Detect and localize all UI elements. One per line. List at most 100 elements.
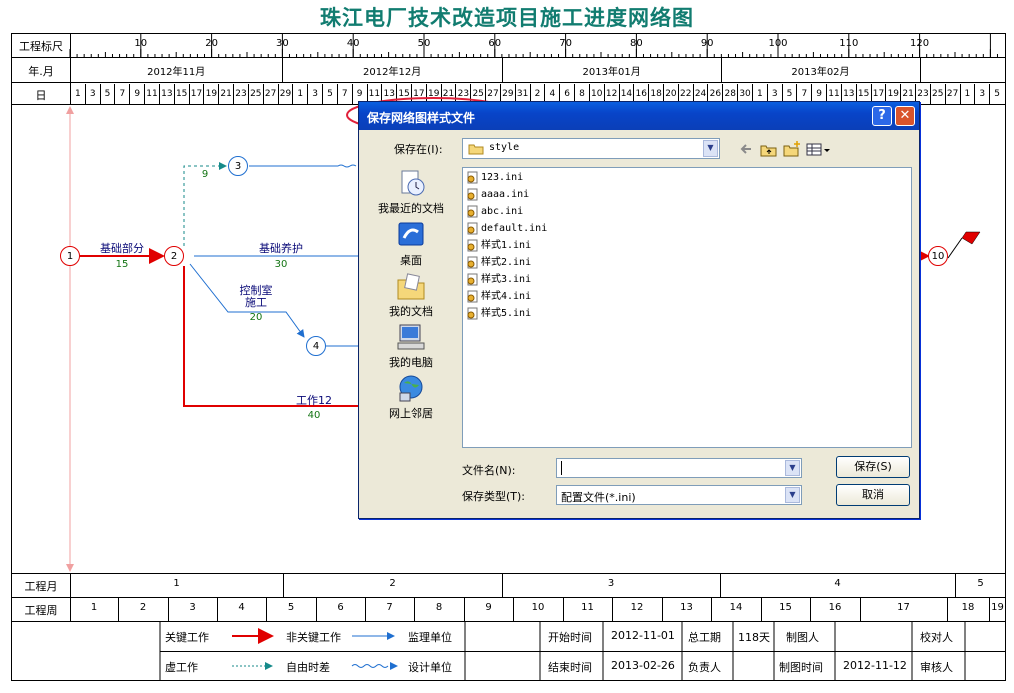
ini-file-icon (467, 290, 478, 302)
close-button[interactable]: ✕ (895, 106, 915, 126)
new-folder-icon[interactable] (782, 140, 802, 158)
filetype-label: 保存类型(T): (462, 490, 526, 503)
file-name: 样式5.ini (481, 308, 532, 319)
file-item[interactable]: abc.ini (467, 204, 523, 220)
file-name: abc.ini (481, 206, 524, 217)
ini-file-icon (467, 273, 478, 285)
file-name: 样式2.ini (481, 257, 532, 268)
end-time-label: 结束时间 (548, 661, 592, 674)
places-bar: 我最近的文档 桌面 我的文档 我的电脑 网上邻居 (367, 164, 455, 464)
ini-file-icon (467, 222, 478, 234)
place-my-computer-label: 我的电脑 (389, 356, 433, 369)
end-time-value: 2013-02-26 (611, 659, 675, 672)
file-item[interactable]: 样式2.ini (467, 255, 531, 271)
filetype-dropdown[interactable]: 配置文件(*.ini) ▼ (556, 485, 802, 505)
save-in-dropdown[interactable]: style ▼ (462, 138, 720, 159)
timeline-arrow-down (66, 564, 74, 572)
task-name: 基础部分 (100, 242, 144, 255)
reviewer-label: 审核人 (920, 661, 953, 674)
my-computer-icon (397, 324, 425, 350)
file-name: 样式3.ini (481, 274, 532, 285)
finish-flag-pole (947, 237, 963, 259)
node-1[interactable]: 1 (60, 246, 80, 266)
desktop-icon (398, 222, 424, 246)
place-recent[interactable]: 我最近的文档 (367, 168, 455, 216)
file-name: 样式4.ini (481, 291, 532, 302)
filename-input[interactable]: ▼ (556, 458, 802, 478)
place-network-label: 网上邻居 (389, 407, 433, 420)
back-icon[interactable] (737, 140, 757, 158)
task-duration: 20 (249, 312, 263, 323)
total-duration-value: 118天 (738, 631, 770, 644)
task-name: 基础养护 (259, 242, 303, 255)
place-network[interactable]: 网上邻居 (367, 373, 455, 421)
file-item[interactable]: 样式3.ini (467, 272, 531, 288)
save-button[interactable]: 保存(S) (836, 456, 910, 478)
start-time-label: 开始时间 (548, 631, 592, 644)
file-item[interactable]: 样式5.ini (467, 306, 531, 322)
file-list[interactable]: 123.ini aaaa.ini abc.ini default.ini 样式1.ini… (462, 167, 912, 448)
file-item[interactable]: 123.ini (467, 170, 523, 186)
legend-critical-label: 关键工作 (165, 631, 209, 644)
chevron-down-icon[interactable]: ▼ (785, 460, 800, 476)
ini-file-icon (467, 307, 478, 319)
legend-float-label: 自由时差 (286, 661, 330, 674)
file-name: 123.ini (481, 172, 524, 183)
legend-designer-label: 设计单位 (408, 661, 452, 674)
checker-label: 校对人 (920, 631, 953, 644)
start-time-value: 2012-11-01 (611, 629, 675, 642)
timeline-arrow-up (66, 106, 74, 114)
ini-file-icon (467, 188, 478, 200)
cancel-button[interactable]: 取消 (836, 484, 910, 506)
ini-file-icon (467, 171, 478, 183)
draw-time-value: 2012-11-12 (843, 659, 907, 672)
place-desktop[interactable]: 桌面 (367, 220, 455, 268)
file-item[interactable]: aaaa.ini (467, 187, 529, 203)
save-in-label: 保存在(I): (394, 143, 443, 156)
place-recent-label: 我最近的文档 (378, 202, 444, 215)
filename-label: 文件名(N): (462, 464, 516, 477)
legend-float-arrow (390, 662, 398, 670)
folder-icon (468, 144, 484, 155)
drawer-label: 制图人 (786, 631, 819, 644)
save-in-value: style (489, 142, 520, 153)
task-name: 控制室 施工 (239, 284, 273, 309)
view-menu-icon[interactable] (805, 140, 833, 158)
task-duration: 30 (274, 259, 288, 270)
help-button[interactable]: ? (872, 106, 892, 126)
node-10[interactable]: 10 (928, 246, 948, 266)
ini-file-icon (467, 239, 478, 251)
task-arrow-noncritical[interactable] (249, 164, 357, 168)
network-places-icon (399, 375, 423, 402)
chevron-down-icon[interactable]: ▼ (785, 487, 800, 503)
file-item[interactable]: 样式4.ini (467, 289, 531, 305)
file-name: aaaa.ini (481, 189, 530, 200)
ini-file-icon (467, 205, 478, 217)
place-my-computer[interactable]: 我的电脑 (367, 322, 455, 370)
file-name: 样式1.ini (481, 240, 532, 251)
legend-noncritical-label: 非关键工作 (286, 631, 341, 644)
recent-documents-icon (401, 170, 425, 196)
place-desktop-label: 桌面 (400, 254, 422, 267)
task-duration: 9 (201, 169, 209, 180)
dialog-titlebar[interactable]: 保存网络图样式文件 ? ✕ (359, 102, 919, 130)
file-item[interactable]: 样式1.ini (467, 238, 531, 254)
node-4[interactable]: 4 (306, 336, 326, 356)
chevron-down-icon[interactable]: ▼ (703, 140, 718, 157)
legend-supervisor-label: 监理单位 (408, 631, 452, 644)
node-2[interactable]: 2 (164, 246, 184, 266)
task-name: 工作12 (296, 394, 332, 407)
place-my-documents[interactable]: 我的文档 (367, 271, 455, 319)
dialog-title: 保存网络图样式文件 (367, 111, 476, 125)
task-duration: 15 (115, 259, 129, 270)
legend-virtual-label: 虚工作 (165, 661, 198, 674)
filetype-value: 配置文件(*.ini) (561, 491, 636, 504)
owner-label: 负责人 (688, 661, 721, 674)
ini-file-icon (467, 256, 478, 268)
file-item[interactable]: default.ini (467, 221, 547, 237)
total-duration-label: 总工期 (688, 631, 721, 644)
task-duration: 40 (307, 410, 321, 421)
up-folder-icon[interactable] (759, 140, 779, 158)
place-my-documents-label: 我的文档 (389, 305, 433, 318)
node-3[interactable]: 3 (228, 156, 248, 176)
